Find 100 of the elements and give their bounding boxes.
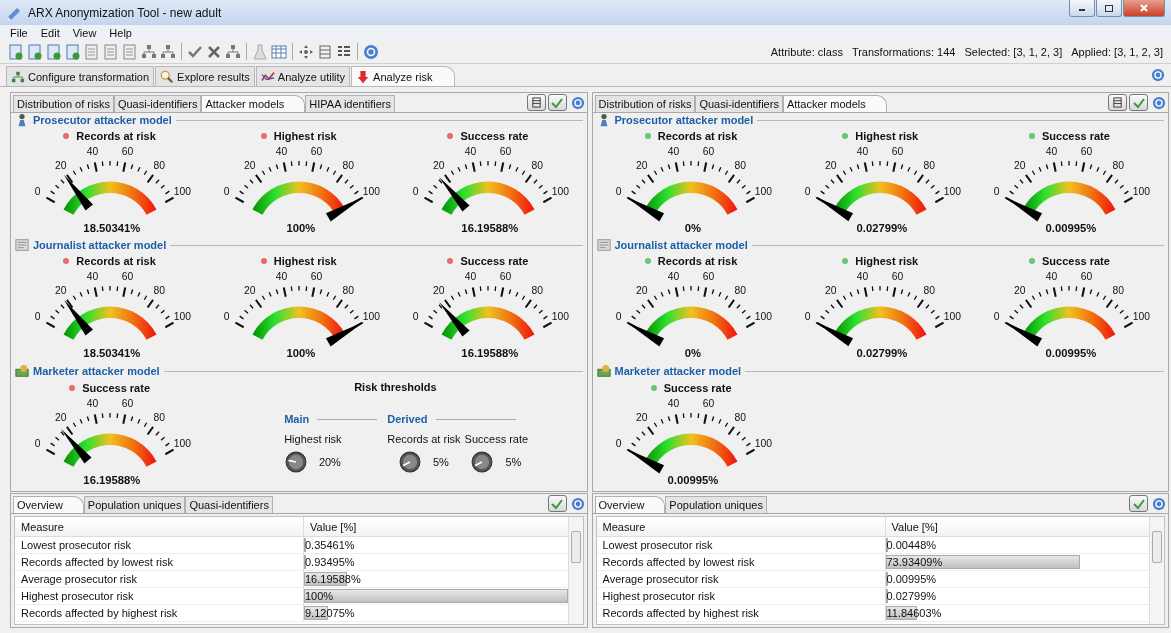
document-icon[interactable] [27, 43, 43, 60]
apply-button[interactable] [1129, 495, 1148, 512]
tick-label: 100 [362, 186, 380, 198]
panel-tab[interactable]: Distribution of risks [13, 95, 114, 112]
cross-icon[interactable] [206, 43, 222, 60]
tick-label: 40 [857, 271, 869, 283]
menu-item[interactable]: File [10, 26, 28, 39]
apply-button[interactable] [1129, 94, 1148, 111]
main-tab[interactable]: Explore results [155, 66, 255, 86]
tick-label: 80 [342, 160, 354, 172]
help-icon[interactable] [570, 95, 585, 110]
hierarchy-icon[interactable] [225, 43, 241, 60]
main-tab[interactable]: Analyze risk [351, 66, 456, 86]
minimize-button[interactable] [1069, 0, 1095, 17]
panel-tab[interactable]: Attacker models [201, 95, 306, 112]
panel-tab[interactable]: Distribution of risks [594, 95, 696, 112]
table-cell-text: Highest prosecutor risk [20, 590, 135, 602]
help-icon[interactable] [1152, 496, 1166, 511]
main-tab[interactable]: Analyze utility [255, 66, 351, 86]
tick-label: 20 [636, 160, 648, 172]
table-cell-text: Average prosecutor risk [20, 573, 138, 585]
tick-label: 40 [464, 146, 477, 158]
money-icon [15, 364, 29, 378]
gauge-label: Highest risk [273, 254, 337, 267]
knob-value: 5% [505, 456, 522, 468]
knob-control[interactable] [471, 451, 494, 473]
status-text: Attribute: class [770, 45, 843, 58]
tick-label: 40 [464, 271, 477, 283]
tick-label: 40 [667, 271, 680, 283]
help-icon[interactable] [570, 496, 585, 511]
section-title: Marketer attacker model [33, 365, 160, 377]
tick-label: 60 [702, 146, 715, 158]
column-header[interactable]: Measure [596, 517, 885, 536]
menu-item[interactable]: Edit [40, 26, 60, 39]
hierarchy-icon[interactable] [160, 43, 176, 60]
tick-label: 100 [1133, 186, 1151, 198]
panel-tab[interactable]: Population uniques [665, 496, 767, 513]
help-icon[interactable] [1152, 95, 1166, 110]
tick-label: 60 [121, 146, 133, 158]
section-title: Journalist attacker model [33, 239, 167, 251]
gauge-label: Records at risk [657, 129, 738, 142]
panel-tab[interactable]: Population uniques [83, 496, 186, 513]
knob-control[interactable] [398, 451, 421, 473]
tick-label: 100 [754, 438, 773, 450]
panel-tab[interactable]: Attacker models [782, 95, 887, 112]
panel-tab[interactable]: Quasi-identifiers [113, 95, 202, 112]
tick-label: 80 [923, 285, 936, 297]
knob-control[interactable] [284, 451, 307, 473]
apply-button[interactable] [547, 495, 567, 512]
tick-label: 40 [86, 146, 98, 158]
main-tab[interactable]: Configure transformation [6, 66, 155, 86]
tick-label: 80 [734, 160, 746, 172]
gauge-needle [63, 299, 93, 336]
tick-label: 20 [636, 285, 648, 297]
help-icon[interactable] [1151, 68, 1165, 82]
panel-tab[interactable]: Quasi-identifiers [695, 95, 783, 112]
panel-tab[interactable]: Overview [13, 496, 84, 513]
menu-item[interactable]: View [72, 26, 97, 39]
tick-label: 60 [1081, 271, 1093, 283]
list-button[interactable] [1108, 94, 1127, 111]
panel-tab[interactable]: Overview [594, 496, 666, 513]
gauge-reading: 0% [684, 222, 702, 235]
table-icon[interactable] [271, 43, 287, 60]
tick-label: 80 [734, 412, 746, 424]
help-icon[interactable] [363, 43, 379, 60]
move-icon[interactable] [298, 43, 314, 60]
close-button[interactable] [1123, 0, 1165, 17]
gauge-needle [325, 196, 364, 222]
table-cell-text: Lowest prosecutor risk [20, 539, 133, 551]
maximize-button[interactable] [1096, 0, 1122, 17]
panel-tab[interactable]: Quasi-identifiers [185, 496, 273, 513]
apply-button[interactable] [547, 94, 567, 111]
column-header[interactable]: Value [%] [303, 517, 568, 536]
tick-label: 60 [310, 271, 322, 283]
line-chart-icon [260, 69, 275, 84]
scrollbar[interactable] [1149, 517, 1164, 624]
tick-label: 20 [825, 160, 837, 172]
gauge-label: Records at risk [76, 254, 156, 267]
tick-label: 0 [994, 311, 1000, 323]
tick-label: 80 [153, 412, 165, 424]
column-header[interactable]: Measure [15, 517, 303, 536]
section-title: Prosecutor attacker model [33, 114, 172, 126]
document-icon[interactable] [46, 43, 62, 60]
rows-icon[interactable] [317, 43, 333, 60]
tick-label: 0 [34, 311, 40, 323]
hierarchy-icon[interactable] [141, 43, 157, 60]
document-icon[interactable] [8, 43, 24, 60]
menu-item[interactable]: Help [109, 26, 132, 39]
gauge-reading: 16.19588% [82, 474, 140, 487]
tick-label: 20 [1014, 285, 1026, 297]
tick-label: 40 [86, 271, 98, 283]
search-icon [160, 69, 175, 84]
tick-label: 20 [1014, 160, 1026, 172]
scrollbar[interactable] [567, 517, 583, 624]
document-icon[interactable] [65, 43, 81, 60]
list-button[interactable] [526, 94, 546, 111]
panel-tab[interactable]: HIPAA identifiers [305, 95, 395, 112]
newspaper-icon [596, 238, 611, 252]
tick-label: 40 [86, 398, 98, 410]
gauge-needle [1004, 321, 1043, 347]
